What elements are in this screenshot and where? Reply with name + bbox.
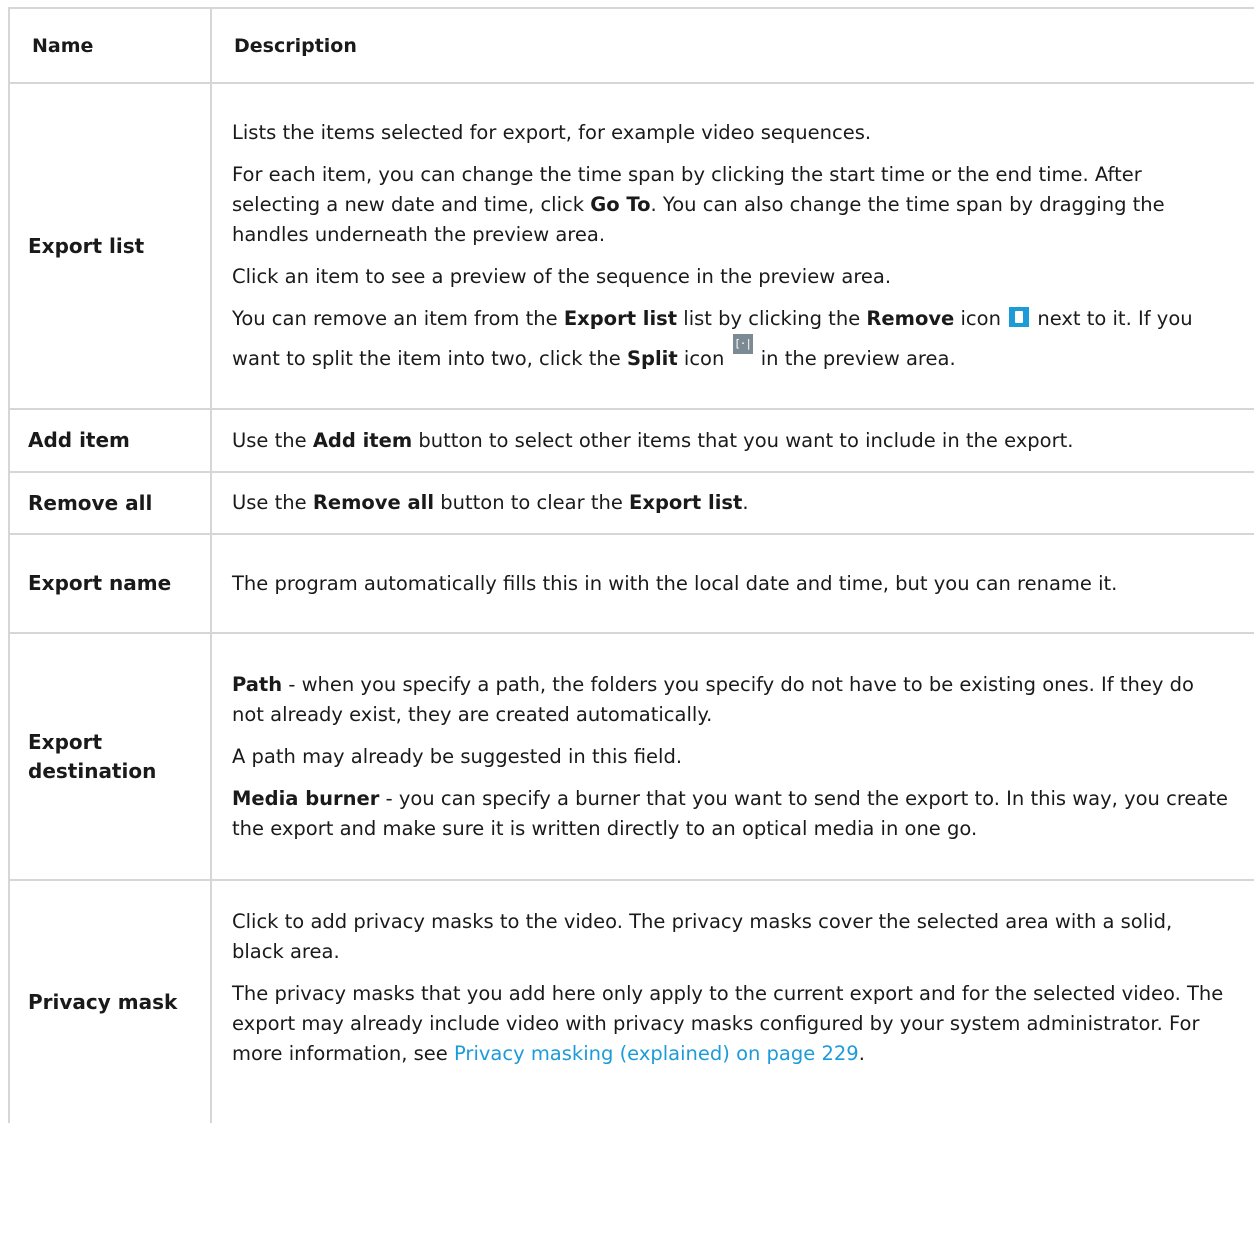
- header-name: Name: [8, 7, 212, 84]
- table-row: Export name The program automatically fi…: [8, 533, 1254, 634]
- go-to-label: Go To: [590, 193, 651, 216]
- row-name-export-list: Export list: [8, 82, 212, 410]
- row-name-export-name: Export name: [8, 533, 212, 634]
- row-desc-remove-all: Use the Remove all button to clear the E…: [210, 471, 1254, 535]
- header-description: Description: [210, 7, 1254, 84]
- paragraph: You can remove an item from the Export l…: [232, 307, 1193, 370]
- split-icon: [·|·]: [732, 334, 753, 370]
- table-row: Remove all Use the Remove all button to …: [8, 471, 1254, 535]
- row-name-export-destination: Export destination: [8, 632, 212, 881]
- privacy-masking-link[interactable]: Privacy masking (explained) on page 229: [454, 1042, 859, 1065]
- row-name-add-item: Add item: [8, 408, 212, 473]
- paragraph: Lists the items selected for export, for…: [232, 121, 872, 144]
- table-header-row: Name Description: [8, 7, 1254, 84]
- paragraph: Click to add privacy masks to the video.…: [232, 910, 1173, 963]
- paragraph: Media burner - you can specify a burner …: [232, 786, 1228, 840]
- table-row: Add item Use the Add item button to sele…: [8, 408, 1254, 473]
- row-desc-privacy-mask: Click to add privacy masks to the video.…: [210, 879, 1254, 1123]
- table-row: Export destination Path - when you speci…: [8, 632, 1254, 881]
- description-table: Name Description Export list Lists the i…: [8, 7, 1254, 1123]
- table-row: Export list Lists the items selected for…: [8, 82, 1254, 410]
- row-desc-add-item: Use the Add item button to select other …: [210, 408, 1254, 473]
- table-row: Privacy mask Click to add privacy masks …: [8, 879, 1254, 1123]
- remove-icon: [1009, 307, 1030, 327]
- row-desc-export-destination: Path - when you specify a path, the fold…: [210, 632, 1254, 881]
- row-name-privacy-mask: Privacy mask: [8, 879, 212, 1123]
- paragraph: The privacy masks that you add here only…: [232, 982, 1224, 1065]
- row-desc-export-name: The program automatically fills this in …: [210, 533, 1254, 634]
- row-name-remove-all: Remove all: [8, 471, 212, 535]
- row-desc-export-list: Lists the items selected for export, for…: [210, 82, 1254, 410]
- paragraph: A path may already be suggested in this …: [232, 744, 683, 768]
- paragraph: Click an item to see a preview of the se…: [232, 265, 892, 288]
- paragraph: Path - when you specify a path, the fold…: [232, 672, 1194, 726]
- paragraph: For each item, you can change the time s…: [232, 163, 1165, 246]
